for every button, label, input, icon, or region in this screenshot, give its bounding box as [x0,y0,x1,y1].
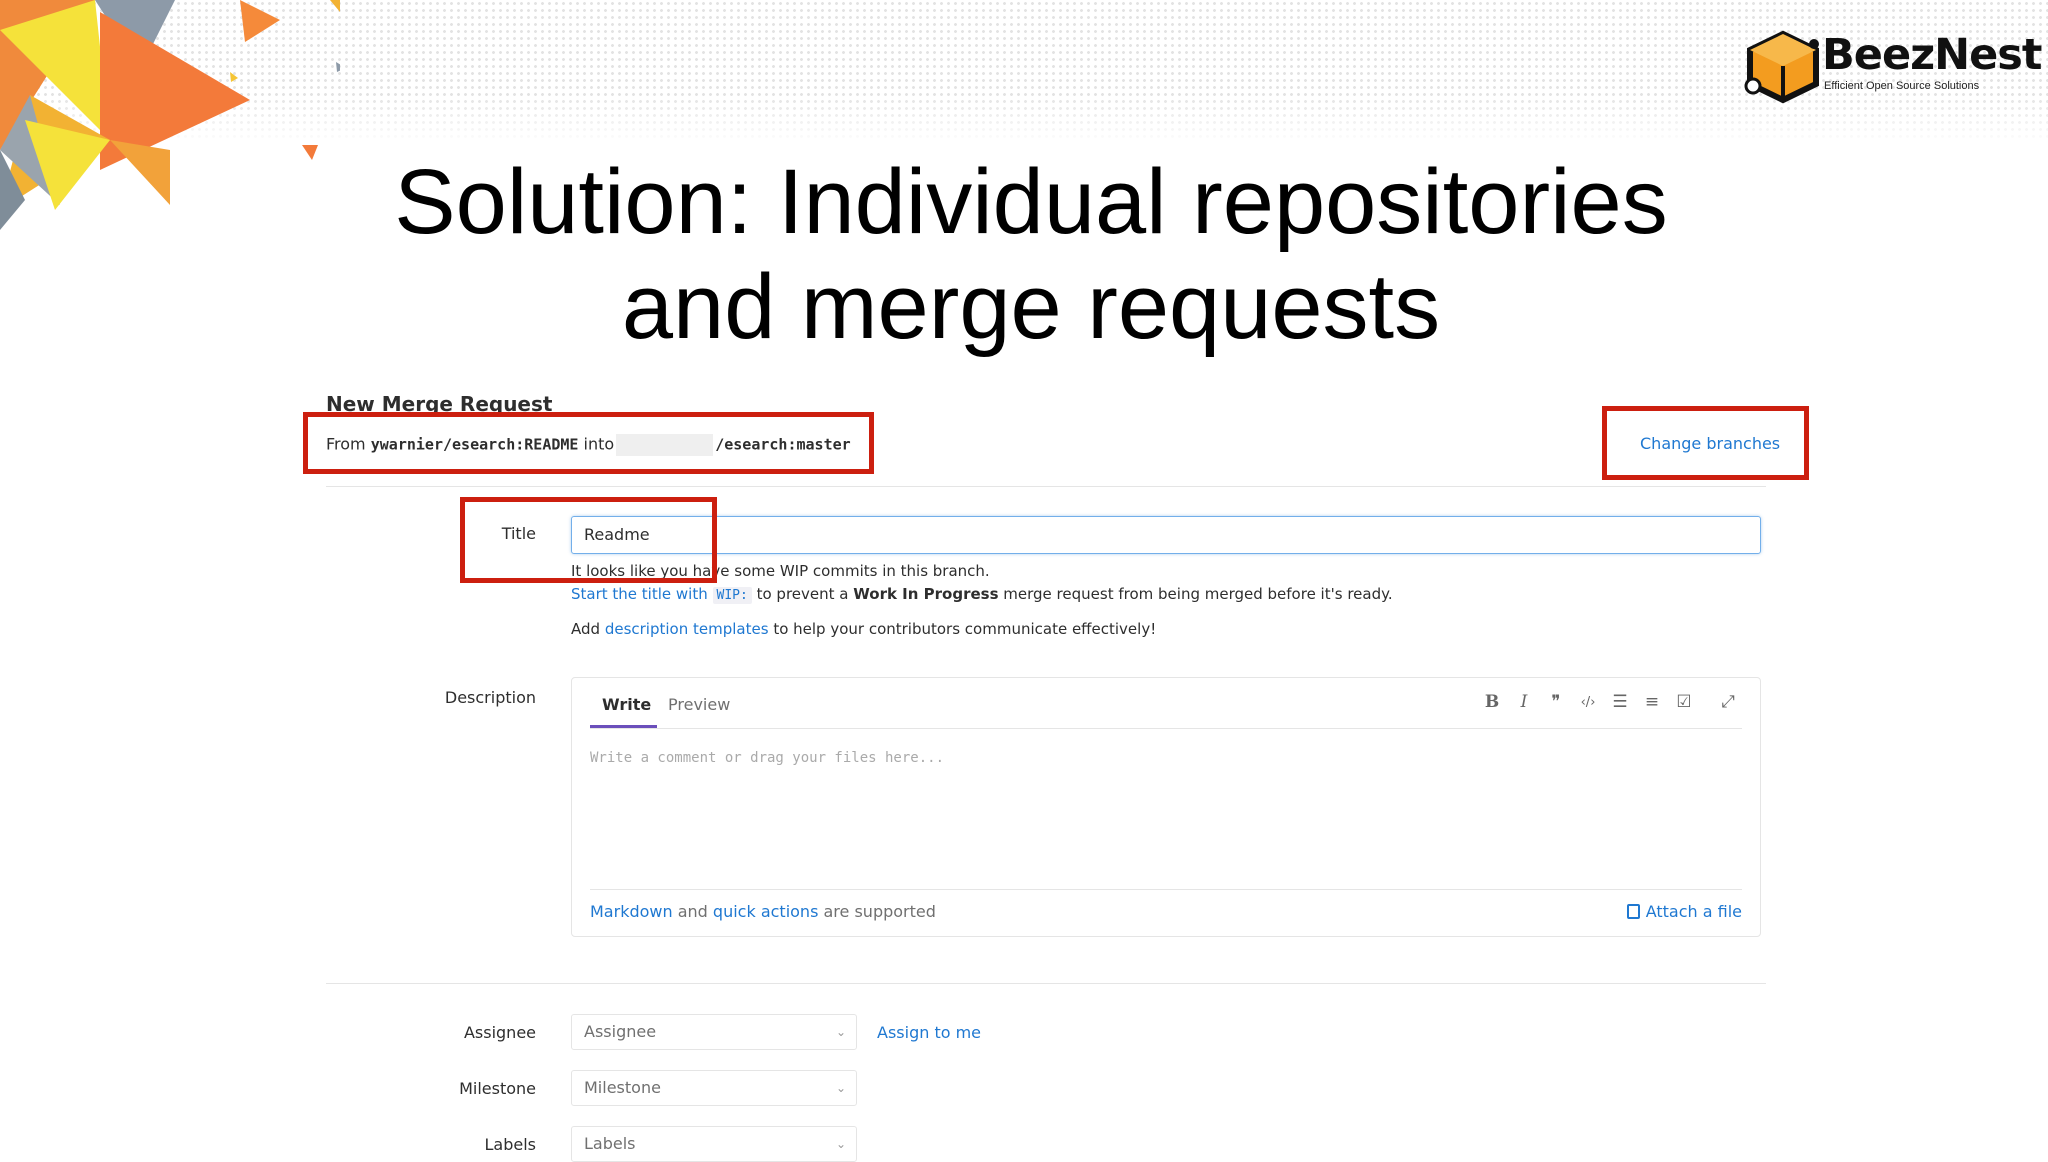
wip-middle: to prevent a [756,585,849,603]
labels-select-value: Labels [584,1134,636,1153]
title-input[interactable]: Readme [571,516,1761,554]
italic-icon[interactable]: I [1513,692,1535,712]
chevron-down-icon: ⌄ [835,1025,846,1039]
task-list-icon[interactable]: ☑ [1673,692,1695,712]
logo-wordmark: BeezNest [1822,30,2042,80]
numbered-list-icon[interactable]: ≡ [1641,692,1663,712]
assignee-label: Assignee [463,1023,536,1042]
description-label: Description [444,688,536,707]
logo-tagline: Efficient Open Source Solutions [1824,80,1980,92]
templates-hint: Add description templates to help your c… [571,620,1156,638]
assignee-select[interactable]: Assignee ⌄ [571,1014,857,1050]
bullet-list-icon[interactable]: ☰ [1609,692,1631,712]
assign-to-me-link[interactable]: Assign to me [877,1023,981,1042]
chevron-down-icon: ⌄ [835,1081,846,1095]
labels-label: Labels [484,1135,537,1154]
change-branches-highlight-box [1602,406,1809,480]
quote-icon[interactable]: ❞ [1545,692,1567,712]
slide-title-line-1: Solution: Individual repositories [394,151,1668,253]
branches-highlight-box [303,412,874,474]
file-image-icon [1626,904,1640,919]
chevron-down-icon: ⌄ [835,1137,846,1151]
milestone-select[interactable]: Milestone ⌄ [571,1070,857,1106]
wip-bold: Work In Progress [853,585,999,603]
tab-preview[interactable]: Preview [668,695,730,714]
title-highlight-box [460,497,717,583]
description-templates-link[interactable]: description templates [605,620,769,638]
templates-prefix: Add [571,620,601,638]
wip-end: merge request from being merged before i… [1003,585,1393,603]
wip-link[interactable]: Start the title with [571,585,708,603]
editor-footer-divider [590,889,1742,890]
attach-file-label: Attach a file [1645,902,1742,921]
footer-supported: are supported [823,902,936,921]
slide-title: Solution: Individual repositories and me… [0,150,2048,360]
wip-code: WIP: [712,587,752,604]
attach-file-button[interactable]: Attach a file [1626,902,1742,921]
description-textarea[interactable]: Write a comment or drag your files here.… [590,750,944,766]
slide-title-line-2: and merge requests [621,256,1441,358]
wip-hint: Start the title with WIP: to prevent a W… [571,585,1393,604]
bold-icon[interactable]: B [1481,692,1503,712]
fullscreen-icon[interactable]: ⤢ [1717,692,1739,712]
editor-footer: Markdown and quick actions are supported [590,902,936,921]
hexagon-logo-icon [1744,30,1819,104]
description-editor: Write Preview B I ❞ ‹/› ☰ ≡ ☑ ⤢ Write a … [571,677,1761,937]
tab-write[interactable]: Write [602,695,651,714]
footer-and: and [677,902,708,921]
labels-select[interactable]: Labels ⌄ [571,1126,857,1162]
milestone-label: Milestone [459,1079,536,1098]
milestone-select-value: Milestone [584,1078,661,1097]
section-divider [326,983,1766,984]
assignee-select-value: Assignee [584,1022,657,1041]
code-icon[interactable]: ‹/› [1577,695,1599,710]
divider [326,486,1766,487]
quick-actions-link[interactable]: quick actions [713,902,818,921]
templates-suffix: to help your contributors communicate ef… [773,620,1157,638]
tabs-divider [590,728,1742,729]
markdown-link[interactable]: Markdown [590,902,673,921]
